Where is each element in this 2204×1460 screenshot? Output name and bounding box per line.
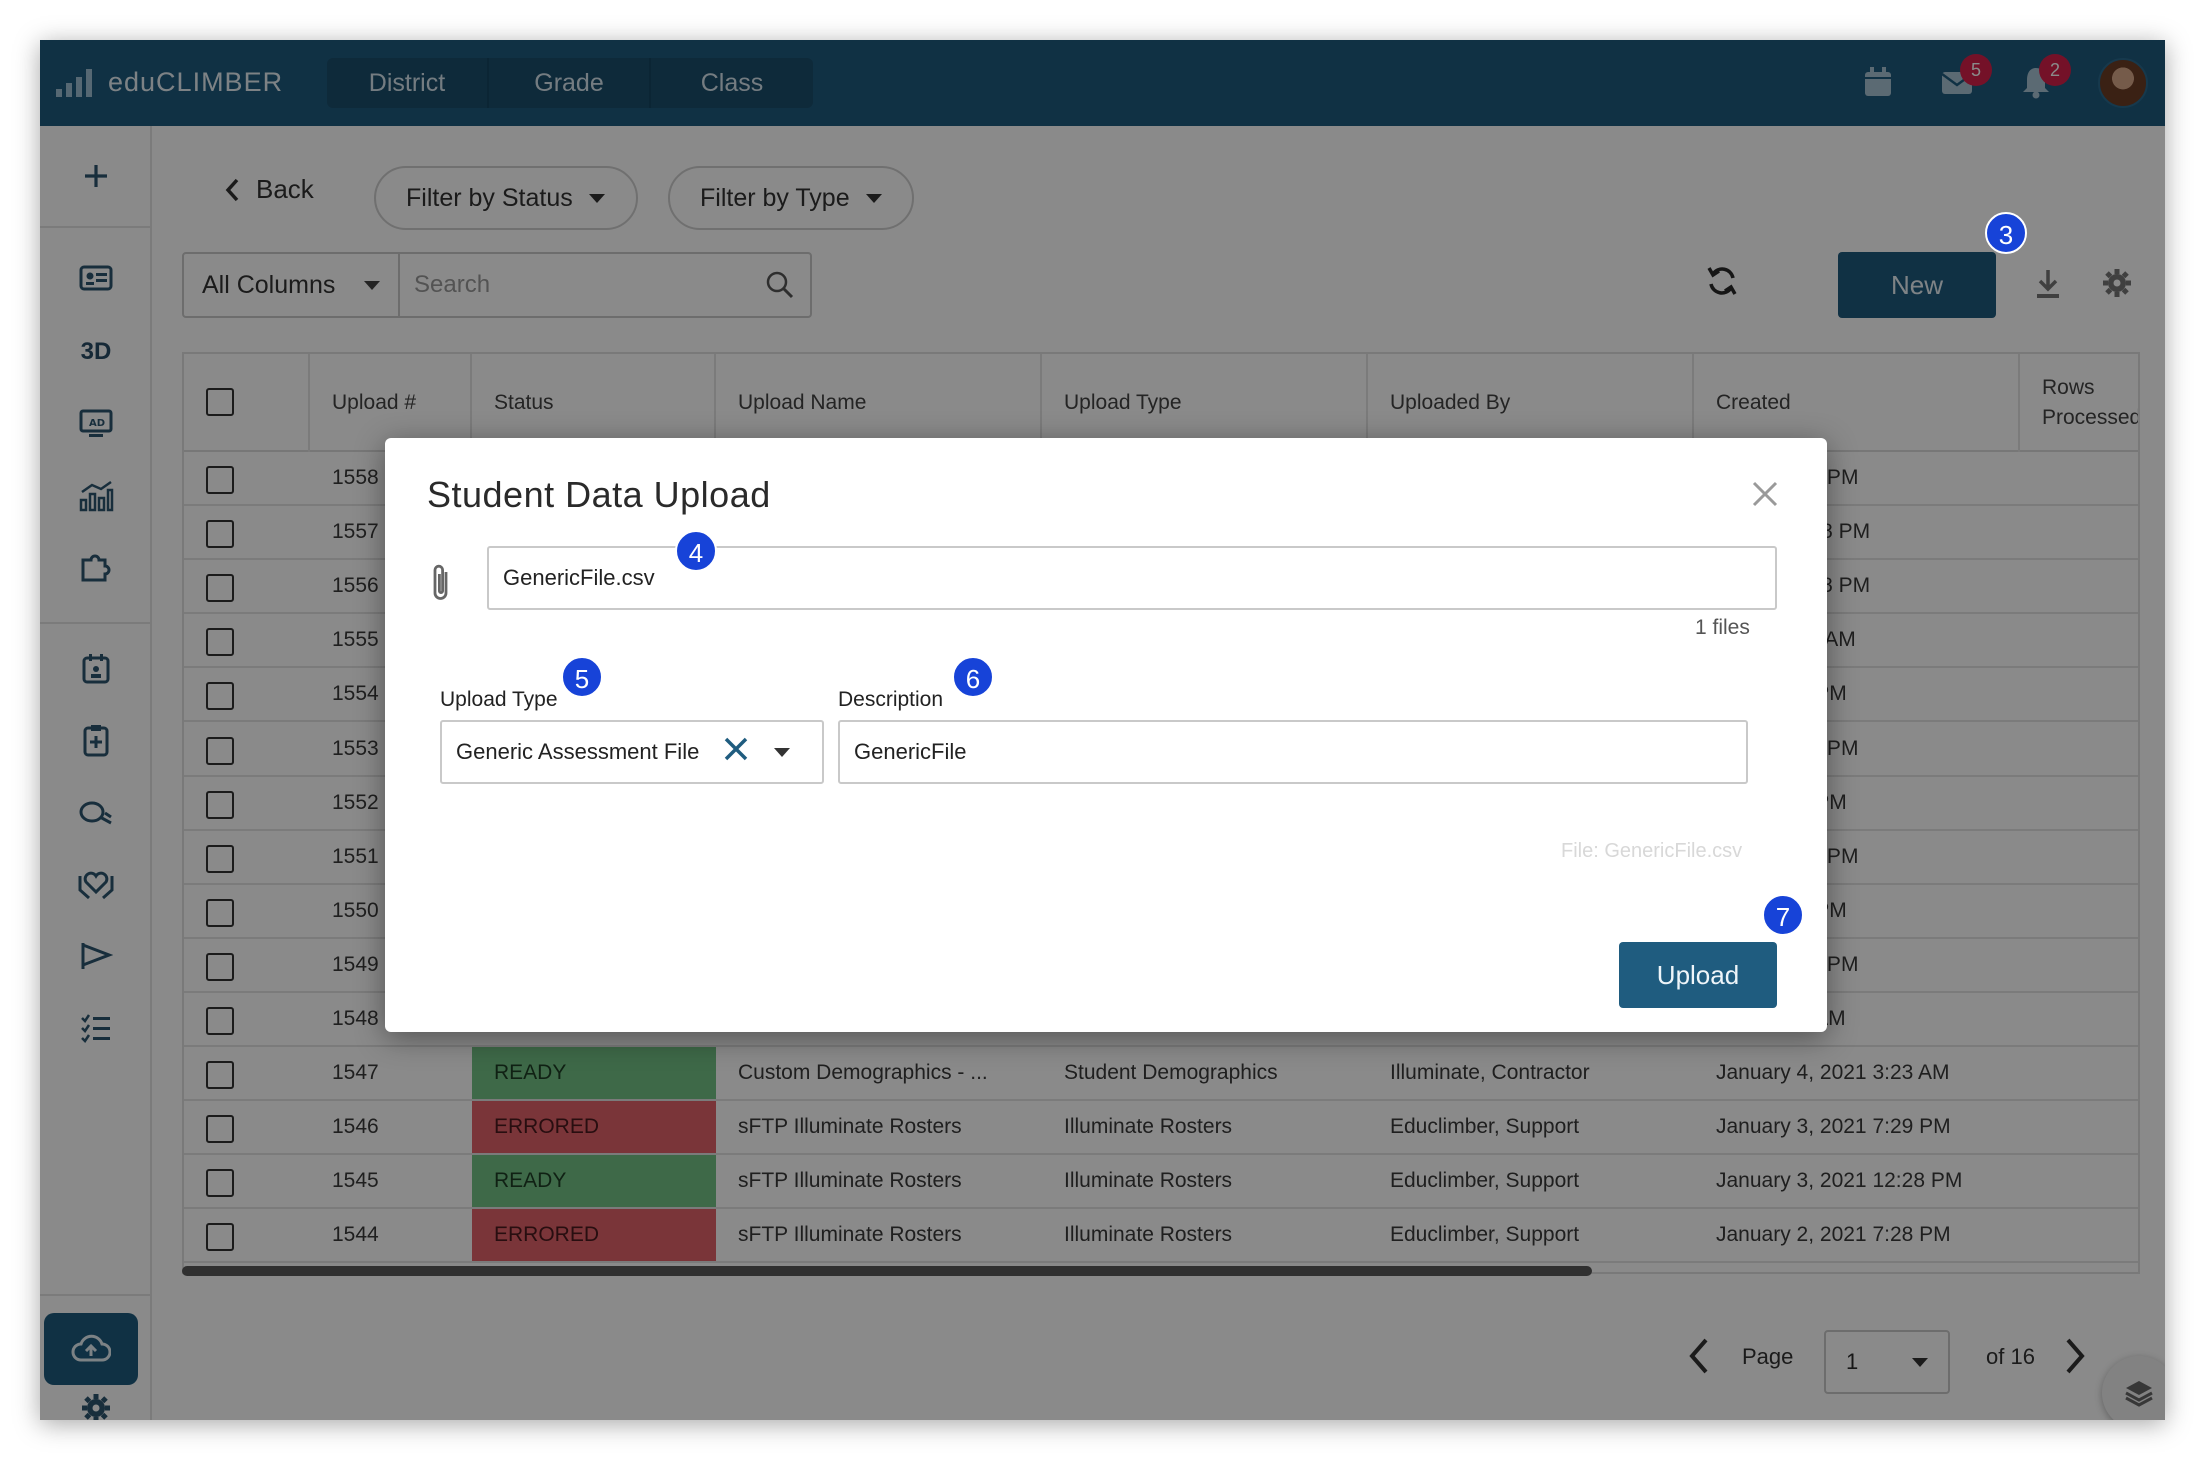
caret-down-icon[interactable]: [774, 747, 790, 757]
description-input[interactable]: GenericFile: [838, 720, 1748, 784]
step-marker-3: 3: [1985, 212, 2027, 254]
upload-type-value: Generic Assessment File: [456, 739, 700, 764]
paperclip-icon[interactable]: [429, 562, 453, 609]
step-marker-5: 5: [561, 656, 603, 698]
upload-type-label: Upload Type: [440, 688, 558, 711]
files-count: 1 files: [1695, 616, 1750, 639]
close-icon[interactable]: [1751, 480, 1779, 513]
dialog-title: Student Data Upload: [427, 474, 771, 515]
upload-button[interactable]: Upload: [1619, 942, 1777, 1008]
app-window: eduCLIMBER District Grade Class 5 2 3D A…: [40, 40, 2165, 1420]
file-hint: File: GenericFile.csv: [1561, 840, 1743, 862]
upload-type-select[interactable]: Generic Assessment File: [440, 720, 824, 784]
step-marker-6: 6: [952, 656, 994, 698]
step-marker-4: 4: [675, 530, 717, 572]
student-data-upload-dialog: Student Data Upload GenericFile.csv 1 fi…: [385, 438, 1827, 1032]
step-marker-7: 7: [1762, 894, 1804, 936]
clear-icon[interactable]: [722, 735, 750, 769]
description-label: Description: [838, 688, 944, 711]
